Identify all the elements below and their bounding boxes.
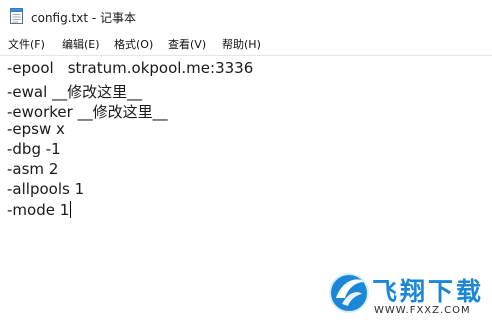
line-key: -ewal [7, 83, 48, 101]
line-value: 2 [48, 160, 59, 178]
watermark-brand: 飞翔下载 [372, 277, 485, 306]
line-key: -asm [7, 160, 45, 178]
window-title: config.txt - 记事本 [31, 11, 137, 25]
line-value: stratum.okpool.me:3336 [67, 59, 254, 77]
editor-line: -epsw x [7, 120, 65, 138]
notepad-icon [10, 8, 23, 24]
text-caret [70, 201, 72, 218]
editor-line: -ewal __修改这里__ [7, 81, 142, 102]
menu-help[interactable]: 帮助(H) [222, 36, 261, 52]
watermark: 飞翔下载 WWW.FXXZ.COM [328, 268, 492, 318]
line-key: -allpools [7, 180, 70, 198]
fxxz-logo-icon [328, 268, 370, 320]
menu-file[interactable]: 文件(F) [8, 36, 45, 52]
watermark-url: WWW.FXXZ.COM [374, 305, 471, 316]
menu-format[interactable]: 格式(O) [114, 36, 153, 52]
editor-line: -dbg -1 [7, 140, 61, 158]
line-key: -mode [7, 201, 55, 219]
notepad-window: config.txt - 记事本 文件(F) 编辑(E) 格式(O) 查看(V)… [0, 0, 492, 327]
line-value: __修改这里__ [77, 103, 168, 121]
editor-line: -allpools 1 [7, 180, 84, 198]
menu-view[interactable]: 查看(V) [168, 36, 206, 52]
line-value: __修改这里__ [52, 83, 143, 101]
line-value: -1 [45, 140, 61, 158]
line-key: -dbg [7, 140, 41, 158]
editor-line: -asm 2 [7, 160, 58, 178]
line-value: 1 [74, 180, 85, 198]
editor-line: -epool stratum.okpool.me:3336 [7, 59, 253, 77]
title-bar[interactable]: config.txt - 记事本 [0, 0, 492, 32]
menu-edit[interactable]: 编辑(E) [62, 36, 100, 52]
line-value: 1 [59, 201, 70, 219]
menu-bar: 文件(F) 编辑(E) 格式(O) 查看(V) 帮助(H) [0, 33, 492, 55]
editor-line: -eworker __修改这里__ [7, 101, 168, 122]
line-value: x [56, 120, 65, 138]
line-key: -eworker [7, 103, 73, 121]
line-key: -epool [7, 59, 54, 77]
editor-line: -mode 1 [7, 201, 72, 219]
line-key: -epsw [7, 120, 52, 138]
